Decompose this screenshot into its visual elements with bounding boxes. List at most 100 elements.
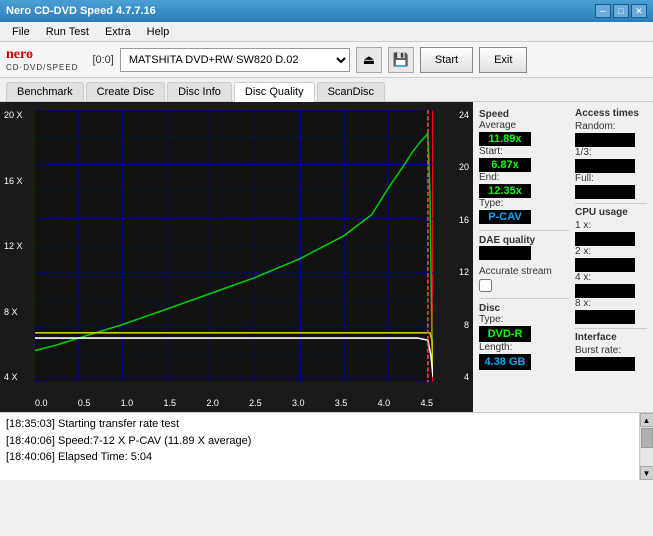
end-value: 12.35x	[479, 184, 531, 198]
drive-label: [0:0]	[92, 54, 113, 66]
access-column: Access times Random: 1/3: Full: CPU usag…	[575, 108, 647, 406]
type-value: P-CAV	[479, 210, 531, 224]
x-label-25: 2.5	[249, 398, 262, 408]
log-line-2: [18:40:06] Speed:7-12 X P-CAV (11.89 X a…	[6, 433, 633, 450]
drive-select[interactable]: MATSHITA DVD+RW SW820 D.02	[120, 48, 350, 72]
interface-header: Interface	[575, 332, 647, 343]
cpu-2x-label: 2 x:	[575, 246, 647, 257]
chart-svg	[35, 110, 433, 382]
tabs-bar: Benchmark Create Disc Disc Info Disc Qua…	[0, 78, 653, 102]
right-panel: Speed Average 11.89x Start: 6.87x End: 1…	[473, 102, 653, 412]
log-scrollbar: ▲ ▼	[639, 413, 653, 480]
disc-length-label: Length:	[479, 342, 569, 353]
nero-logo-text: nero	[6, 47, 33, 63]
x-label-4: 4.0	[378, 398, 391, 408]
menu-file[interactable]: File	[4, 24, 38, 40]
accurate-stream-label: Accurate stream	[479, 266, 569, 277]
disc-group: Disc Type: DVD-R Length: 4.38 GB	[479, 302, 569, 370]
scroll-track	[641, 428, 653, 465]
random-label: Random:	[575, 121, 647, 132]
maximize-button[interactable]: □	[613, 4, 629, 18]
cpu-4x-label: 4 x:	[575, 272, 647, 283]
cpu-header: CPU usage	[575, 207, 647, 218]
disc-length-value: 4.38 GB	[479, 354, 531, 370]
access-header: Access times	[575, 108, 647, 119]
window-controls: ─ □ ✕	[595, 4, 647, 18]
toolbar: nero CD·DVD/SPEED [0:0] MATSHITA DVD+RW …	[0, 42, 653, 78]
full-value	[575, 185, 635, 199]
y-label-4: 4 X	[4, 372, 23, 382]
tab-create-disc[interactable]: Create Disc	[86, 82, 165, 101]
menu-run-test[interactable]: Run Test	[38, 24, 97, 40]
menu-bar: File Run Test Extra Help	[0, 22, 653, 42]
speed-header: Speed	[479, 109, 509, 120]
tab-disc-info[interactable]: Disc Info	[167, 82, 232, 101]
full-label: Full:	[575, 173, 647, 184]
x-label-05: 0.5	[78, 398, 91, 408]
scroll-thumb[interactable]	[641, 428, 653, 448]
scroll-up-button[interactable]: ▲	[640, 413, 653, 427]
tab-disc-quality[interactable]: Disc Quality	[234, 82, 315, 102]
title-bar: Nero CD-DVD Speed 4.7.7.16 ─ □ ✕	[0, 0, 653, 22]
x-label-1: 1.0	[121, 398, 134, 408]
dae-value	[479, 246, 531, 260]
dae-header: DAE quality	[479, 235, 535, 246]
one-third-label: 1/3:	[575, 147, 647, 158]
cpu-4x-value	[575, 284, 635, 298]
x-axis: 0.0 0.5 1.0 1.5 2.0 2.5 3.0 3.5 4.0 4.5	[35, 398, 433, 408]
x-label-15: 1.5	[163, 398, 176, 408]
speed-group: Speed Average 11.89x Start: 6.87x End: 1…	[479, 108, 569, 224]
y-label-16: 16 X	[4, 176, 23, 186]
scroll-down-button[interactable]: ▼	[640, 466, 653, 480]
tab-scan-disc[interactable]: ScanDisc	[317, 82, 385, 101]
y-right-4: 4	[459, 372, 469, 382]
accurate-stream-checkbox[interactable]	[479, 279, 492, 292]
one-third-value	[575, 159, 635, 173]
y-right-24: 24	[459, 110, 469, 120]
cpu-2x-value	[575, 258, 635, 272]
burst-rate-label: Burst rate:	[575, 345, 647, 356]
exit-button[interactable]: Exit	[479, 47, 527, 73]
type-label: Type:	[479, 198, 569, 209]
average-value: 11.89x	[479, 132, 531, 146]
x-label-3: 3.0	[292, 398, 305, 408]
cpu-8x-value	[575, 310, 635, 324]
cpu-1x-label: 1 x:	[575, 220, 647, 231]
start-button[interactable]: Start	[420, 47, 473, 73]
menu-extra[interactable]: Extra	[97, 24, 139, 40]
random-value	[575, 133, 635, 147]
nero-logo: nero CD·DVD/SPEED	[6, 47, 78, 72]
y-right-20: 20	[459, 162, 469, 172]
start-label: Start:	[479, 146, 569, 157]
average-label: Average	[479, 120, 569, 131]
save-button[interactable]: 💾	[388, 47, 414, 73]
chart-area: 20 X 16 X 12 X 8 X 4 X 24 20 16 12 8 4	[0, 102, 473, 412]
interface-group: Interface Burst rate:	[575, 332, 647, 371]
disc-type-label: Type:	[479, 314, 569, 325]
log-line-1: [18:35:03] Starting transfer rate test	[6, 416, 633, 433]
x-label-0: 0.0	[35, 398, 48, 408]
disc-type-value: DVD-R	[479, 326, 531, 342]
y-label-12: 12 X	[4, 241, 23, 251]
close-button[interactable]: ✕	[631, 4, 647, 18]
tab-benchmark[interactable]: Benchmark	[6, 82, 84, 101]
disc-header: Disc	[479, 303, 500, 314]
cpu-1x-value	[575, 232, 635, 246]
y-axis-left: 20 X 16 X 12 X 8 X 4 X	[4, 110, 23, 382]
log-content: [18:35:03] Starting transfer rate test […	[0, 413, 639, 480]
y-axis-right: 24 20 16 12 8 4	[459, 110, 469, 382]
stats-column: Speed Average 11.89x Start: 6.87x End: 1…	[479, 108, 569, 406]
eject-button[interactable]: ⏏	[356, 47, 382, 73]
minimize-button[interactable]: ─	[595, 4, 611, 18]
log-area: [18:35:03] Starting transfer rate test […	[0, 412, 653, 480]
log-line-3: [18:40:06] Elapsed Time: 5:04	[6, 449, 633, 466]
dae-quality-group: DAE quality	[479, 234, 569, 260]
burst-rate-value	[575, 357, 635, 371]
end-label: End:	[479, 172, 569, 183]
y-right-16: 16	[459, 215, 469, 225]
cpu-usage-group: CPU usage 1 x: 2 x: 4 x: 8 x:	[575, 207, 647, 324]
menu-help[interactable]: Help	[139, 24, 178, 40]
y-right-8: 8	[459, 320, 469, 330]
window-title: Nero CD-DVD Speed 4.7.7.16	[6, 5, 595, 17]
start-value: 6.87x	[479, 158, 531, 172]
